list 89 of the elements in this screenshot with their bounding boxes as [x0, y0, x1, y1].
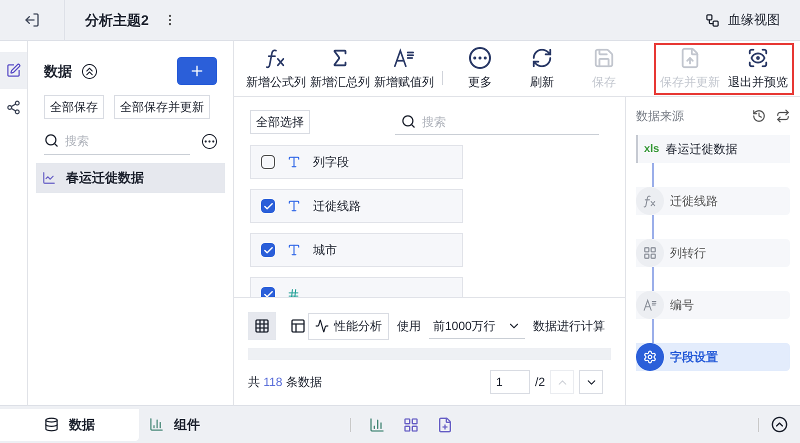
data-tab[interactable] [0, 52, 27, 89]
field-item[interactable]: 迁徙线路 [250, 189, 463, 223]
topic-title: 分析主题2 [85, 10, 149, 30]
toolbar-button[interactable]: 更多 [449, 44, 511, 92]
transpose-icon [643, 246, 657, 260]
text-lines-icon [643, 298, 657, 312]
process-step[interactable]: 迁徙线路 [636, 187, 790, 215]
chart-icon [42, 171, 56, 185]
page-input[interactable]: 1 [490, 370, 530, 394]
search-icon [44, 133, 59, 148]
search-field[interactable]: 搜索 [422, 112, 522, 130]
use-label: 使用 [397, 318, 421, 335]
field-item[interactable]: 城市 [250, 233, 463, 267]
expand-icon[interactable] [771, 416, 788, 433]
lineage-button[interactable]: 血缘视图 [705, 10, 780, 30]
check-icon [262, 288, 274, 297]
check-icon [262, 200, 274, 212]
add-button[interactable] [177, 57, 217, 85]
process-step[interactable]: 列转行 [636, 239, 790, 267]
nodes-icon [6, 100, 21, 115]
more-icon[interactable] [202, 134, 217, 148]
dataset-item[interactable]: 春运迁徙数据 [36, 163, 225, 193]
pulse-icon [315, 319, 329, 333]
file-upload-icon [679, 46, 701, 68]
checkbox[interactable] [261, 199, 275, 213]
text-lines-icon [393, 46, 415, 68]
bottom-tab[interactable]: 数据 [0, 408, 139, 440]
step-name: 春运迁徙数据 [665, 141, 738, 158]
source-title: 数据来源 [636, 108, 684, 125]
file-type-label: xls [644, 142, 660, 157]
history-icon[interactable] [752, 109, 766, 123]
search-field[interactable]: 搜索 [65, 132, 165, 150]
panel-title: 数据 [44, 62, 72, 80]
add-chart-icon[interactable] [369, 416, 385, 432]
total-count: 共 118 条数据 [248, 374, 322, 391]
field-name: 迁徙线路 [313, 198, 361, 215]
more-icon [469, 46, 491, 68]
dataset-name: 春运迁徙数据 [66, 169, 144, 188]
number-type-icon [287, 288, 300, 297]
performance-button[interactable]: 性能分析 [308, 312, 389, 340]
toolbar-button[interactable]: 退出并预览 [726, 44, 790, 92]
toolbar-button[interactable]: 新增汇总列 [308, 44, 372, 92]
refresh-icon [531, 46, 553, 68]
check-icon [262, 244, 274, 256]
exit-icon [24, 12, 40, 28]
eye-icon [747, 46, 769, 68]
step-name: 字段设置 [670, 349, 718, 366]
checkbox[interactable] [261, 243, 275, 257]
text-type-icon [287, 155, 301, 169]
step-name: 列转行 [670, 245, 706, 262]
grid-icon [254, 318, 270, 334]
step-name: 编号 [670, 297, 694, 314]
database-icon [44, 417, 59, 432]
select-all-button[interactable]: 全部选择 [250, 110, 310, 134]
checkbox[interactable] [261, 155, 275, 169]
field-name: 城市 [313, 242, 337, 259]
text-type-icon [287, 199, 301, 213]
save-button[interactable]: 全部保存并更新 [114, 95, 210, 119]
layout-icon [290, 318, 306, 334]
add-report-icon[interactable] [437, 416, 453, 432]
checkbox[interactable] [261, 287, 275, 297]
field-item[interactable]: 列字段 [250, 145, 463, 179]
compute-label: 数据进行计算 [533, 318, 605, 335]
lineage-icon [705, 12, 720, 28]
toolbar-button[interactable]: 新增公式列 [244, 44, 308, 92]
step-name: 迁徙线路 [670, 193, 718, 210]
function-icon [265, 46, 287, 68]
row-limit-select[interactable]: 前1000万行 [429, 313, 525, 339]
function-icon [643, 194, 657, 208]
toolbar-button[interactable]: 新增赋值列 [372, 44, 436, 92]
switch-icon[interactable] [776, 109, 790, 123]
grid-view-button[interactable] [248, 312, 276, 340]
text-type-icon [287, 243, 301, 257]
page-total: /2 [534, 374, 545, 391]
chart-icon [149, 417, 164, 432]
save-icon [593, 46, 615, 68]
source-step[interactable]: xls 春运迁徙数据 [636, 135, 790, 163]
search-icon [401, 114, 416, 129]
bottom-tab[interactable]: 组件 [139, 408, 210, 440]
plus-icon [189, 63, 205, 79]
add-table-icon[interactable] [403, 416, 419, 432]
edit-icon [6, 63, 21, 78]
process-step[interactable]: 字段设置 [636, 343, 790, 371]
toolbar-button[interactable]: 刷新 [511, 44, 573, 92]
collapse-icon[interactable] [82, 64, 97, 78]
field-name: 列字段 [313, 154, 349, 171]
process-step[interactable]: 编号 [636, 291, 790, 319]
save-button[interactable]: 全部保存 [44, 95, 104, 119]
settings-icon [643, 350, 657, 364]
